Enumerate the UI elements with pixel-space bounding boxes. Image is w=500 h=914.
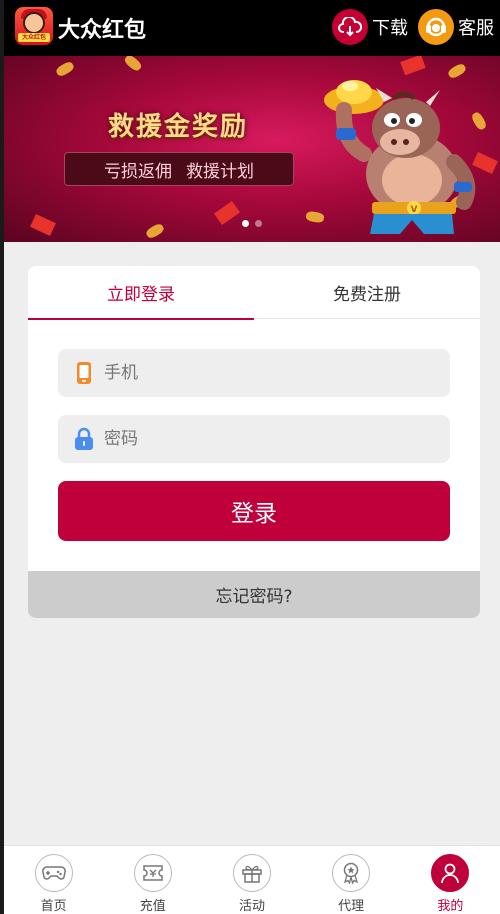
logo-tag: 大众红包 <box>18 33 50 42</box>
bull-mascot-illustration: V <box>324 80 476 234</box>
app-title: 大众红包 <box>58 18 147 43</box>
customer-service-button[interactable]: 客服 <box>418 8 494 46</box>
bottom-nav: 首页 充值 活动 代理 我的 <box>4 845 500 914</box>
nav-label-recharge: 充值 <box>139 899 166 914</box>
carousel-dot-2[interactable] <box>255 220 262 227</box>
headset-icon <box>418 9 454 45</box>
download-label: 下载 <box>372 18 408 39</box>
banner-title: 救援金奖励 <box>108 112 249 142</box>
nav-item-recharge[interactable]: 充值 <box>103 846 202 914</box>
cloud-download-icon <box>332 9 368 45</box>
carousel-indicator <box>242 220 262 227</box>
gamepad-icon <box>34 854 73 892</box>
password-field[interactable] <box>58 415 450 463</box>
ticket-icon <box>133 854 172 892</box>
tab-login[interactable]: 立即登录 <box>28 266 254 320</box>
carousel-dot-1[interactable] <box>242 220 249 227</box>
top-bar: 大众红包 大众红包 下载 客服 <box>4 0 500 56</box>
auth-tabs: 立即登录 免费注册 <box>28 266 480 320</box>
app-screen: 大众红包 大众红包 下载 客服 救援金奖励 亏损返佣 救援计划 V 立即登录 免… <box>4 0 500 914</box>
phone-icon <box>74 360 94 386</box>
award-icon <box>332 854 371 892</box>
promo-banner[interactable]: 救援金奖励 亏损返佣 救援计划 V <box>4 56 500 242</box>
download-button[interactable]: 下载 <box>332 8 408 46</box>
nav-label-activity: 活动 <box>238 899 265 914</box>
login-card: 立即登录 免费注册 登录 <box>28 266 480 618</box>
app-logo: 大众红包 <box>15 7 53 45</box>
nav-label-home: 首页 <box>40 899 67 914</box>
nav-item-home[interactable]: 首页 <box>4 846 103 914</box>
nav-label-mine: 我的 <box>437 899 464 914</box>
nav-item-activity[interactable]: 活动 <box>202 846 301 914</box>
banner-sub-right: 救援计划 <box>186 161 254 182</box>
nav-label-agent: 代理 <box>338 899 365 914</box>
nav-item-mine[interactable]: 我的 <box>401 846 500 914</box>
forgot-password-link[interactable]: 忘记密码? <box>28 571 480 618</box>
phone-field[interactable] <box>58 349 450 397</box>
login-button[interactable]: 登录 <box>58 481 450 541</box>
user-icon <box>431 854 470 892</box>
service-label: 客服 <box>458 18 494 39</box>
banner-subtitle: 亏损返佣 救援计划 <box>64 152 294 186</box>
bull-belt-letter: V <box>411 205 418 215</box>
banner-sub-left: 亏损返佣 <box>104 161 172 182</box>
nav-item-agent[interactable]: 代理 <box>302 846 401 914</box>
password-input[interactable] <box>104 429 424 449</box>
gift-icon <box>232 854 271 892</box>
phone-input[interactable] <box>104 363 424 383</box>
tab-register[interactable]: 免费注册 <box>254 266 480 319</box>
lock-icon <box>74 426 94 452</box>
